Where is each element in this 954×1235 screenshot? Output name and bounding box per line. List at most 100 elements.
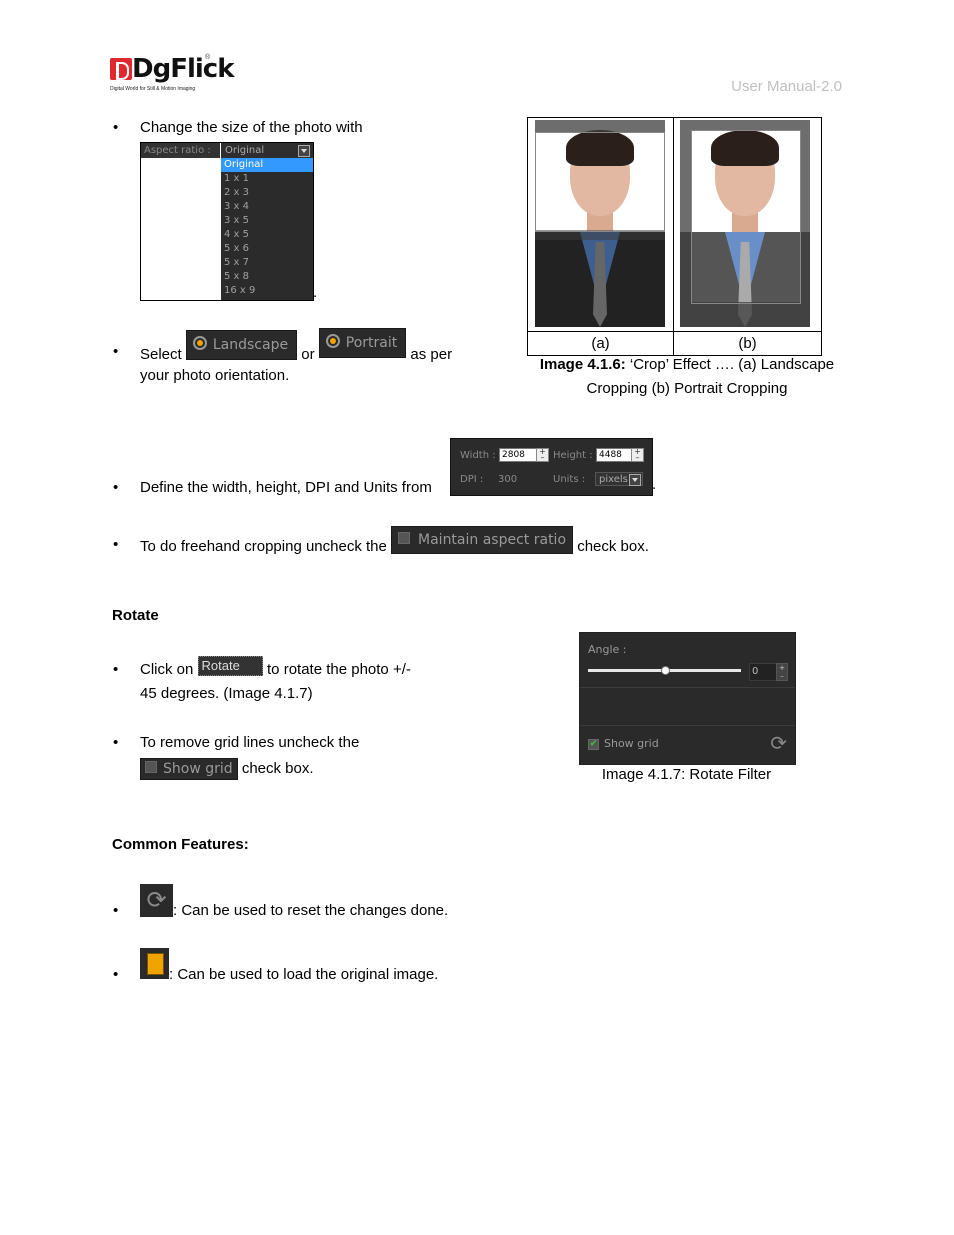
bullet-dot: • [113, 966, 119, 983]
checkbox-icon [145, 761, 157, 774]
crop-overlay [801, 130, 810, 327]
period: . [652, 476, 657, 493]
bullet-text: check box. [577, 537, 649, 555]
aspect-option[interactable]: 16 x 9 [221, 284, 313, 298]
bullet-dot: • [113, 343, 119, 360]
show-grid-checkbox[interactable]: Show grid [140, 758, 238, 781]
crop-effect-figure: (a) (b) [527, 117, 822, 356]
bullet-text: Change the size of the photo with [140, 119, 363, 136]
bullet-dot: • [113, 902, 119, 919]
crop-overlay [691, 302, 801, 327]
bullet-text: : Can be used to load the original image… [169, 966, 439, 983]
bullet-text: To do freehand cropping uncheck the [140, 537, 387, 555]
height-spinner[interactable]: + – [631, 448, 644, 462]
radio-selected-icon [325, 334, 340, 348]
rotate-filter-panel: Angle : 0 + – ✔ Show grid ⟳ [579, 632, 796, 765]
rotate-button[interactable]: Rotate [197, 656, 263, 676]
crop-box[interactable] [691, 130, 801, 304]
panel-divider [580, 725, 795, 726]
aspect-option[interactable]: 3 x 5 [221, 214, 313, 228]
logo-tagline: Digital World for Still & Motion Imaging [110, 86, 196, 92]
units-select[interactable]: pixels [595, 472, 643, 486]
figure-label-b: (b) [738, 335, 757, 352]
units-label: Units : [553, 474, 586, 485]
minus-icon[interactable]: – [780, 672, 784, 680]
bullet-reset: • ⟳: Can be used to reset the changes do… [113, 884, 448, 919]
panel-divider [580, 687, 795, 688]
logo-registered: ® [205, 54, 211, 61]
table-divider [673, 118, 674, 355]
aspect-ratio-label: Aspect ratio : [141, 143, 220, 158]
dpi-value: 300 [498, 474, 518, 485]
crop-overlay [535, 120, 665, 132]
width-spinner[interactable]: + – [536, 448, 549, 462]
height-input[interactable]: 4488 [596, 448, 632, 462]
bullet-freehand: • To do freehand cropping uncheck the Ma… [113, 526, 649, 555]
bullet-text: as per [410, 345, 453, 363]
crop-box[interactable] [535, 132, 665, 232]
figure-caption-line2: Cropping (b) Portrait Cropping [586, 380, 788, 397]
bullet-text: Click on [140, 661, 194, 678]
chevron-down-icon[interactable] [629, 474, 641, 486]
plus-icon[interactable]: + [779, 664, 785, 672]
caption-text: ‘Crop’ Effect …. (a) Landscape [625, 356, 835, 373]
maintain-aspect-checkbox[interactable]: Maintain aspect ratio [391, 526, 574, 554]
reset-icon[interactable]: ⟳ [140, 884, 173, 917]
landscape-radio[interactable]: Landscape [185, 330, 298, 360]
landscape-label: Landscape [212, 337, 289, 353]
bullet-text: To remove grid lines uncheck the [140, 734, 360, 751]
aspect-option[interactable]: 1 x 1 [221, 172, 313, 186]
aspect-ratio-selected: Original [225, 145, 265, 156]
rotate-figure-caption: Image 4.1.7: Rotate Filter [601, 766, 772, 783]
angle-input[interactable]: 0 [749, 663, 777, 681]
portrait-label: Portrait [345, 335, 398, 351]
aspect-option[interactable]: 5 x 7 [221, 256, 313, 270]
bullet-change-size: • Change the size of the photo with [113, 116, 363, 140]
bullet-show-grid: • To remove grid lines uncheck the [113, 731, 360, 755]
angle-spinner[interactable]: + – [776, 663, 788, 681]
aspect-option[interactable]: 2 x 3 [221, 186, 313, 200]
bullet-select-orientation: • Select Landscape or Portrait as per [113, 328, 453, 363]
aspect-option[interactable]: 5 x 6 [221, 242, 313, 256]
bullet-define-dims: • Define the width, height, DPI and Unit… [113, 476, 432, 500]
bullet-text-line2: 45 degrees. (Image 4.1.7) [140, 685, 313, 702]
maintain-aspect-label: Maintain aspect ratio [418, 532, 567, 548]
bullet-dot: • [113, 119, 119, 136]
load-original-icon[interactable] [140, 948, 169, 979]
slider-thumb[interactable] [660, 666, 670, 675]
figure-caption: Image 4.1.6: ‘Crop’ Effect …. (a) Landsc… [527, 356, 847, 373]
width-input[interactable]: 2808 [499, 448, 537, 462]
section-heading-common: Common Features: [112, 836, 249, 853]
header-manual-version: User Manual-2.0 [731, 78, 842, 95]
portrait-crop-photo [680, 120, 810, 327]
reset-icon[interactable]: ⟳ [770, 733, 787, 753]
minus-icon[interactable]: – [541, 453, 545, 462]
minus-icon[interactable]: – [636, 453, 640, 462]
logo-wordmark: DgFlick [132, 54, 234, 84]
crop-overlay [680, 120, 810, 130]
crop-overlay [680, 130, 691, 327]
units-value: pixels [599, 474, 628, 485]
aspect-option[interactable]: 3 x 4 [221, 200, 313, 214]
dpi-label: DPI : [460, 474, 484, 485]
show-grid-label: Show grid [604, 737, 659, 750]
aspect-option[interactable]: 4 x 5 [221, 228, 313, 242]
bullet-text-line2: your photo orientation. [140, 367, 290, 384]
bullet-text: Define the width, height, DPI and Units … [140, 479, 432, 496]
bullet-text: check box. [241, 760, 314, 777]
aspect-option[interactable]: 5 x 8 [221, 270, 313, 284]
checkbox-icon [398, 532, 411, 544]
angle-slider[interactable] [588, 666, 741, 675]
portrait-radio[interactable]: Portrait [318, 328, 407, 358]
original-image-icon [147, 953, 164, 975]
aspect-ratio-options: Original 1 x 1 2 x 3 3 x 4 3 x 5 4 x 5 5… [221, 158, 313, 300]
landscape-crop-photo [535, 120, 665, 327]
chevron-down-icon[interactable] [298, 145, 310, 157]
aspect-ratio-select[interactable]: Original [221, 143, 313, 158]
show-grid-toggle[interactable]: ✔ Show grid [588, 737, 659, 750]
caption-label: Image 4.1.6: [539, 356, 626, 373]
logo-mark [110, 58, 132, 80]
bullet-dot: • [113, 479, 119, 496]
aspect-option[interactable]: Original [221, 158, 313, 172]
checkmark-icon[interactable]: ✔ [588, 738, 599, 750]
